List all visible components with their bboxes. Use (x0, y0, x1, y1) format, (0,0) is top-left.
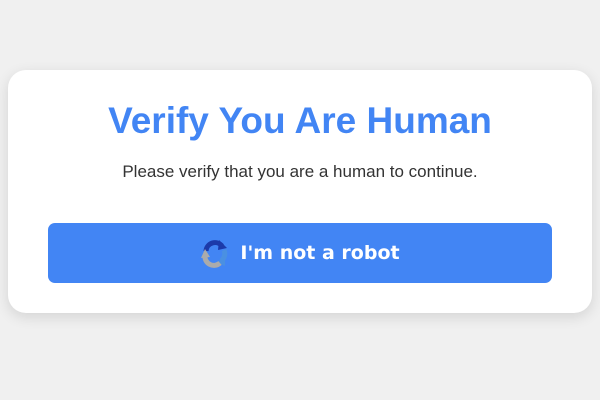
not-a-robot-button[interactable]: I'm not a robot (48, 223, 552, 283)
recaptcha-icon (200, 238, 230, 268)
button-label: I'm not a robot (240, 242, 400, 264)
page-title: Verify You Are Human (108, 100, 492, 141)
verification-card: Verify You Are Human Please verify that … (8, 70, 592, 313)
instruction-text: Please verify that you are a human to co… (122, 162, 478, 181)
